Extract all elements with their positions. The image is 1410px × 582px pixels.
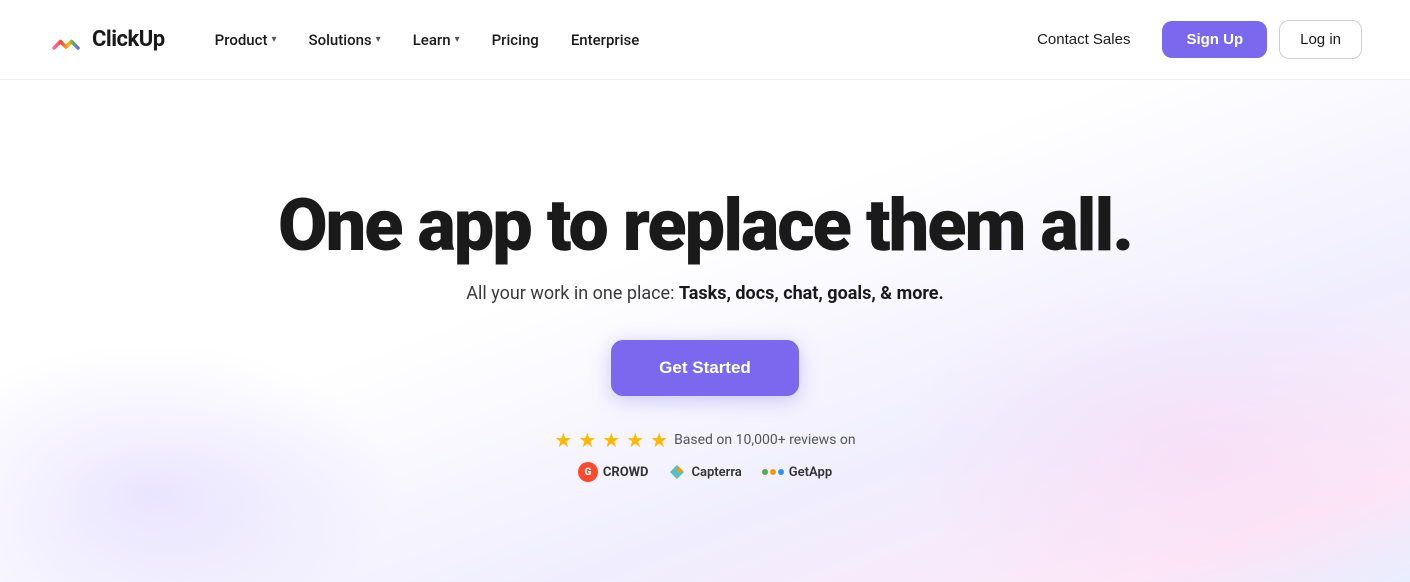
- logo-icon: [48, 22, 84, 58]
- nav-links: Product ▾ Solutions ▾ Learn ▾ Pricing En…: [201, 23, 1017, 57]
- star-5: ★: [650, 428, 668, 452]
- capterra-label: Capterra: [691, 465, 741, 480]
- g2-icon: G: [578, 462, 598, 482]
- nav-solutions[interactable]: Solutions ▾: [295, 23, 395, 57]
- hero-title: One app to replace them all.: [278, 188, 1132, 264]
- hero-section: One app to replace them all. All your wo…: [0, 80, 1410, 582]
- getapp-label: GetApp: [789, 465, 832, 480]
- ratings-section: ★ ★ ★ ★ ★ Based on 10,000+ reviews on G …: [554, 428, 855, 482]
- getapp-badge: GetApp: [762, 465, 832, 480]
- hero-subtitle: All your work in one place: Tasks, docs,…: [466, 283, 943, 304]
- navbar: ClickUp Product ▾ Solutions ▾ Learn ▾ Pr…: [0, 0, 1410, 80]
- star-1: ★: [554, 428, 572, 452]
- solutions-chevron-icon: ▾: [376, 34, 381, 45]
- login-button[interactable]: Log in: [1279, 20, 1362, 59]
- get-started-button[interactable]: Get Started: [611, 340, 799, 396]
- g2-badge: G CROWD: [578, 462, 649, 482]
- star-2: ★: [578, 428, 596, 452]
- ratings-text: Based on 10,000+ reviews on: [674, 432, 856, 448]
- capterra-badge: Capterra: [668, 463, 741, 481]
- learn-chevron-icon: ▾: [455, 34, 460, 45]
- nav-pricing[interactable]: Pricing: [478, 23, 553, 57]
- nav-enterprise[interactable]: Enterprise: [557, 23, 653, 57]
- stars-row: ★ ★ ★ ★ ★ Based on 10,000+ reviews on: [554, 428, 855, 452]
- star-4: ★: [626, 428, 644, 452]
- product-chevron-icon: ▾: [271, 34, 276, 45]
- nav-product[interactable]: Product ▾: [201, 23, 291, 57]
- signup-button[interactable]: Sign Up: [1162, 21, 1267, 58]
- logo-text: ClickUp: [92, 27, 165, 52]
- logo-link[interactable]: ClickUp: [48, 22, 165, 58]
- badges-row: G CROWD Capterra GetApp: [578, 462, 832, 482]
- contact-sales-button[interactable]: Contact Sales: [1017, 21, 1150, 58]
- g2-label: CROWD: [603, 465, 649, 480]
- capterra-icon: [668, 463, 686, 481]
- nav-learn[interactable]: Learn ▾: [399, 23, 474, 57]
- getapp-icon: [762, 465, 784, 479]
- nav-right: Contact Sales Sign Up Log in: [1017, 20, 1362, 59]
- star-3: ★: [602, 428, 620, 452]
